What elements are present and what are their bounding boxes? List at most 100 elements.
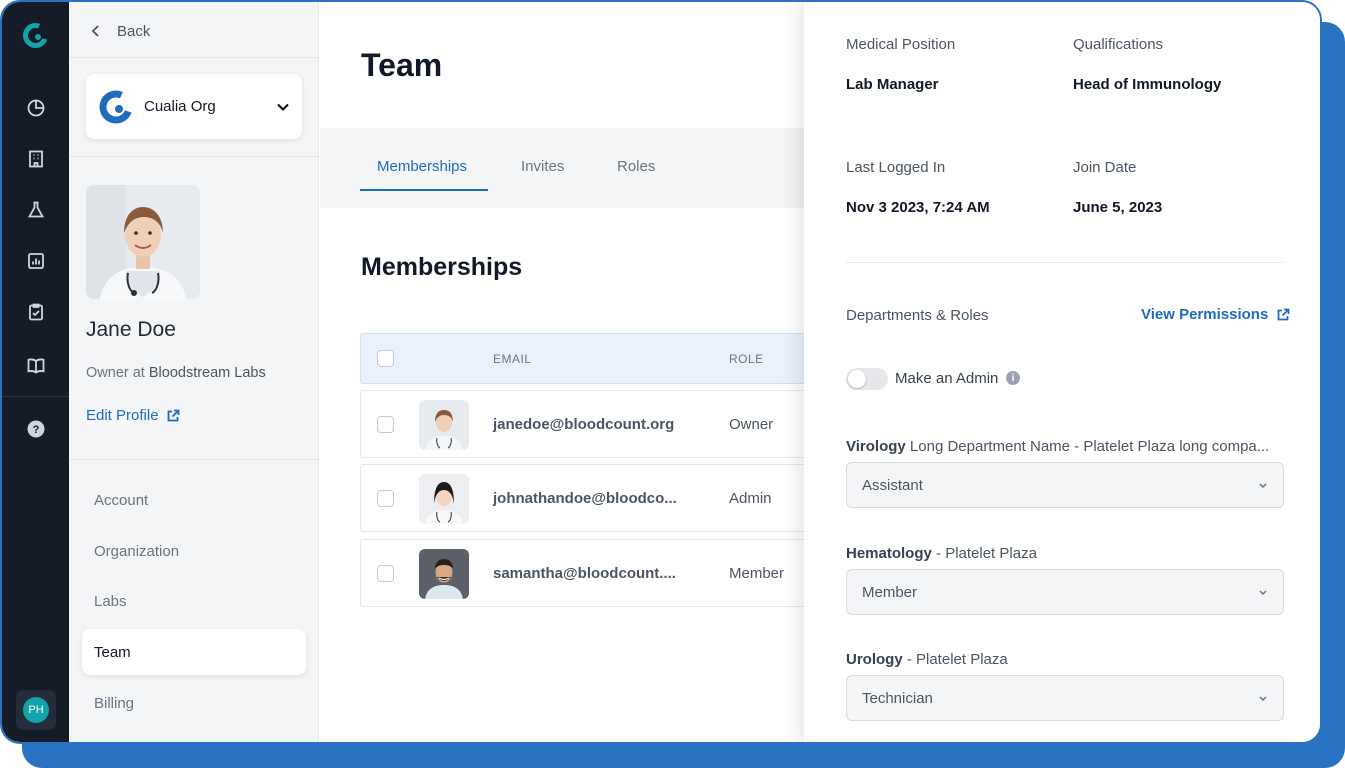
chevron-down-icon	[277, 103, 289, 111]
table-row[interactable]: janedoe@bloodcount.org Owner	[360, 390, 820, 458]
member-avatar	[419, 400, 469, 450]
icon-rail: ? PH	[2, 2, 69, 742]
department-detail: - Platelet Plaza	[902, 651, 1008, 668]
external-link-icon	[167, 409, 179, 421]
department-role-select[interactable]: Assistant	[846, 462, 1284, 508]
member-role: Admin	[729, 490, 772, 507]
member-email: janedoe@bloodcount.org	[493, 416, 675, 433]
active-tab-indicator	[360, 189, 488, 191]
panel-divider	[846, 262, 1284, 263]
member-role: Member	[729, 565, 785, 582]
profile-role: Owner at Bloodstream Labs	[86, 365, 266, 381]
sidebar-item-organization[interactable]: Organization	[82, 528, 306, 574]
department-detail: Long Department Name - Platelet Plaza lo…	[905, 438, 1270, 455]
qualifications-value: Head of Immunology	[1073, 76, 1222, 93]
medical-position-value: Lab Manager	[846, 76, 939, 93]
last-logged-value: Nov 3 2023, 7:24 AM	[846, 199, 990, 216]
sidebar-divider	[69, 156, 319, 157]
table-row[interactable]: johnathandoe@bloodco... Admin	[360, 464, 820, 532]
book-icon[interactable]	[22, 352, 49, 379]
member-role: Owner	[729, 416, 774, 433]
flask-icon[interactable]	[22, 196, 49, 223]
chevron-left-icon	[91, 25, 99, 37]
row-checkbox[interactable]	[377, 490, 394, 507]
department-name: Virology	[846, 438, 906, 455]
settings-sidebar: Back Cualia Org Jane Doe Owner at Bloods…	[69, 2, 319, 742]
sidebar-item-account[interactable]: Account	[82, 477, 306, 523]
app-window: ? PH Back Cualia Org Jane Doe Owner at B…	[0, 0, 1322, 744]
join-date-value: June 5, 2023	[1073, 199, 1163, 216]
back-label: Back	[117, 22, 151, 40]
make-admin-label: Make an Admin	[895, 370, 999, 387]
view-permissions-link[interactable]: View Permissions	[1141, 306, 1290, 323]
info-icon[interactable]: i	[1006, 371, 1020, 385]
user-initials: PH	[23, 697, 49, 723]
chevron-down-icon	[1259, 482, 1267, 488]
sidebar-item-label: Labs	[94, 592, 127, 610]
department-role-value: Member	[862, 583, 918, 601]
help-icon[interactable]: ?	[22, 415, 49, 442]
profile-role-prefix: Owner at	[86, 365, 149, 381]
department-role-value: Technician	[862, 689, 933, 707]
department-detail: - Platelet Plaza	[931, 545, 1037, 562]
tab-memberships[interactable]: Memberships	[377, 158, 467, 192]
page-title: Team	[361, 47, 443, 83]
app-logo-icon[interactable]	[22, 22, 49, 49]
column-header-role: ROLE	[729, 352, 764, 366]
member-detail-panel: Medical Position Lab Manager Qualificati…	[804, 2, 1320, 742]
svg-text:?: ?	[32, 424, 39, 436]
member-email: samantha@bloodcount....	[493, 565, 676, 582]
edit-profile-link[interactable]: Edit Profile	[86, 407, 180, 424]
sidebar-item-billing[interactable]: Billing	[82, 680, 306, 726]
bar-chart-icon[interactable]	[22, 247, 49, 274]
table-row[interactable]: samantha@bloodcount.... Member	[360, 539, 820, 607]
medical-position-label: Medical Position	[846, 36, 956, 53]
external-link-icon	[1277, 308, 1290, 320]
org-logo-icon	[99, 90, 133, 123]
view-permissions-label: View Permissions	[1141, 306, 1269, 323]
org-name: Cualia Org	[144, 98, 216, 115]
sidebar-item-team[interactable]: Team	[82, 629, 306, 675]
row-checkbox[interactable]	[377, 416, 394, 433]
profile-org: Bloodstream Labs	[148, 365, 266, 381]
department-role-value: Assistant	[862, 476, 923, 494]
select-all-checkbox[interactable]	[377, 350, 394, 367]
section-title: Memberships	[361, 253, 523, 281]
department-role-select[interactable]: Member	[846, 569, 1284, 615]
tab-roles[interactable]: Roles	[617, 158, 655, 192]
user-avatar[interactable]: PH	[16, 690, 56, 730]
sidebar-item-label: Billing	[94, 694, 135, 712]
tab-invites[interactable]: Invites	[521, 158, 564, 192]
pie-chart-icon[interactable]	[22, 94, 49, 121]
join-date-label: Join Date	[1073, 159, 1137, 176]
make-admin-toggle[interactable]	[846, 368, 888, 390]
department-name: Urology	[846, 651, 903, 668]
member-avatar	[419, 474, 469, 524]
tab-bar: Memberships Invites Roles	[320, 128, 804, 208]
qualifications-label: Qualifications	[1073, 36, 1164, 53]
toggle-knob	[848, 370, 866, 388]
clipboard-check-icon[interactable]	[22, 298, 49, 325]
department-name: Hematology	[846, 545, 932, 562]
back-button[interactable]: Back	[91, 20, 150, 42]
building-icon[interactable]	[22, 145, 49, 172]
profile-name: Jane Doe	[86, 318, 176, 341]
sidebar-item-labs[interactable]: Labs	[82, 578, 306, 624]
sidebar-item-label: Account	[94, 491, 149, 509]
column-header-email: EMAIL	[493, 352, 532, 366]
org-switcher[interactable]: Cualia Org	[86, 74, 302, 139]
sidebar-divider	[69, 459, 319, 460]
member-email: johnathandoe@bloodco...	[493, 490, 677, 507]
last-logged-label: Last Logged In	[846, 159, 946, 176]
departments-label: Departments & Roles	[846, 307, 989, 324]
profile-photo	[86, 185, 200, 299]
main-content: Team Memberships Invites Roles Membershi…	[320, 2, 820, 742]
department-role-select[interactable]: Technician	[846, 675, 1284, 721]
sidebar-item-label: Organization	[94, 542, 180, 560]
row-checkbox[interactable]	[377, 565, 394, 582]
sidebar-item-label: Team	[94, 643, 131, 661]
rail-divider	[2, 396, 69, 397]
table-header: EMAIL ROLE	[360, 333, 820, 384]
department-label: Urology - Platelet Plaza	[846, 651, 1286, 668]
edit-profile-label: Edit Profile	[86, 407, 159, 424]
